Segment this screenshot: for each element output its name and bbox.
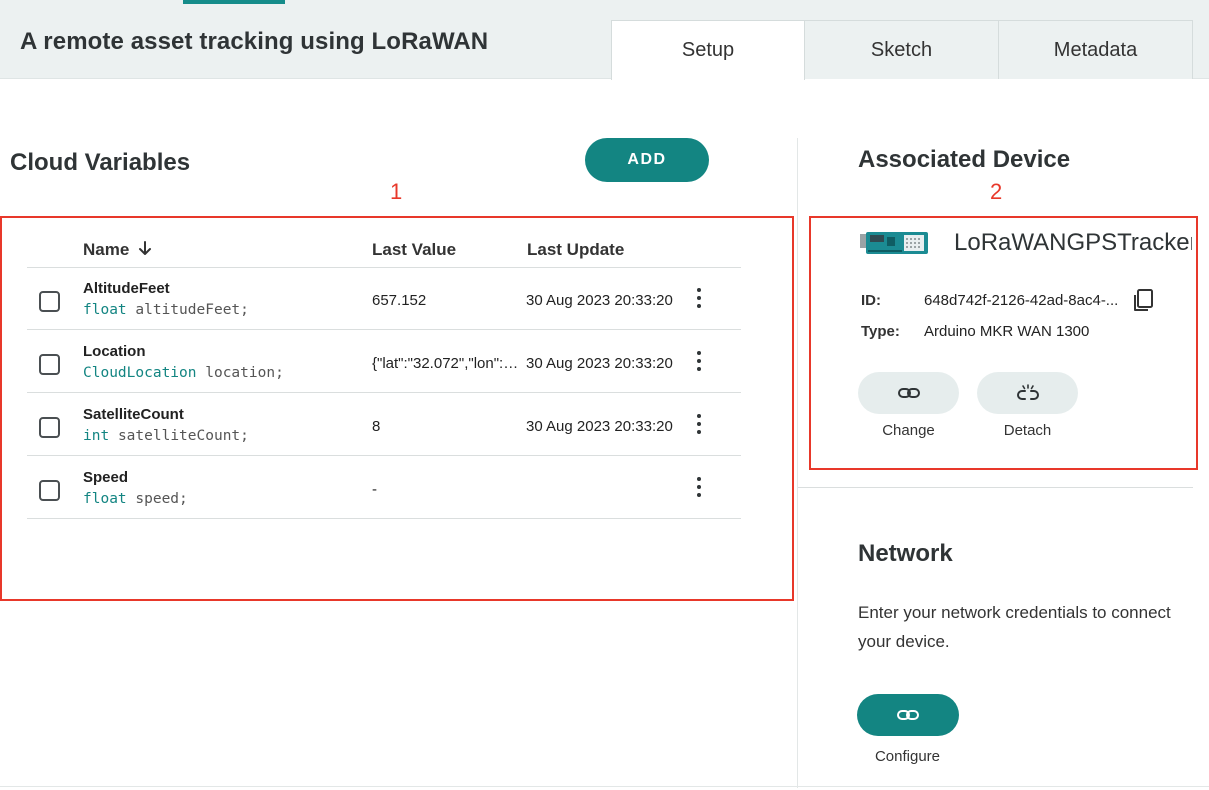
variable-type: float bbox=[83, 491, 127, 507]
column-divider bbox=[797, 138, 798, 788]
variable-declaration: float altitudeFeet; bbox=[83, 302, 249, 318]
variable-identifier: satelliteCount; bbox=[117, 428, 249, 444]
more-options-icon[interactable] bbox=[691, 475, 707, 499]
variable-identifier: location; bbox=[205, 365, 284, 381]
annotation-marker-2: 2 bbox=[990, 179, 1003, 204]
change-label: Change bbox=[882, 422, 935, 439]
column-header-last-value[interactable]: Last Value bbox=[372, 240, 456, 260]
variable-name: Location bbox=[83, 343, 146, 360]
variable-last-value: 657.152 bbox=[372, 292, 427, 309]
change-device-button[interactable] bbox=[858, 372, 959, 414]
table-row[interactable]: Speed float speed; - bbox=[27, 457, 741, 519]
link-icon bbox=[897, 710, 919, 720]
annotation-marker-1: 1 bbox=[390, 179, 403, 204]
tab-setup[interactable]: Setup bbox=[611, 20, 805, 80]
more-options-icon[interactable] bbox=[691, 286, 707, 310]
copy-icon[interactable] bbox=[1131, 288, 1157, 314]
arrow-down-icon bbox=[139, 241, 152, 255]
variable-last-value: - bbox=[372, 481, 377, 498]
more-options-icon[interactable] bbox=[691, 412, 707, 436]
table-row[interactable]: SatelliteCount int satelliteCount; 8 30 … bbox=[27, 394, 741, 456]
tab-metadata[interactable]: Metadata bbox=[999, 20, 1193, 79]
row-checkbox[interactable] bbox=[39, 417, 60, 438]
variable-last-value: 8 bbox=[372, 418, 381, 435]
column-header-name-label: Name bbox=[83, 240, 130, 259]
table-row[interactable]: AltitudeFeet float altitudeFeet; 657.152… bbox=[27, 268, 741, 330]
variable-declaration: float speed; bbox=[83, 491, 188, 507]
variable-type: float bbox=[83, 302, 127, 318]
variable-name: AltitudeFeet bbox=[83, 280, 170, 297]
variable-identifier: altitudeFeet; bbox=[135, 302, 249, 318]
configure-network-button[interactable] bbox=[857, 694, 959, 736]
device-name: LoRaWANGPSTracker bbox=[954, 229, 1192, 256]
table-row[interactable]: Location CloudLocation location; {"lat":… bbox=[27, 331, 741, 393]
column-header-name[interactable]: Name bbox=[83, 240, 152, 260]
device-id-label: ID: bbox=[861, 292, 881, 309]
variable-name: Speed bbox=[83, 469, 129, 486]
tab-sketch[interactable]: Sketch bbox=[805, 20, 999, 79]
variable-last-update: 30 Aug 2023 20:33:20 bbox=[526, 355, 673, 372]
project-title: A remote asset tracking using LoRaWAN bbox=[20, 28, 489, 55]
column-header-last-update[interactable]: Last Update bbox=[527, 240, 624, 260]
variable-name: SatelliteCount bbox=[83, 406, 184, 423]
device-id-value: 648d742f-2126-42ad-8ac4-... bbox=[924, 292, 1119, 309]
configure-label: Configure bbox=[874, 748, 941, 765]
variable-type: int bbox=[83, 428, 110, 444]
device-type-label: Type: bbox=[861, 323, 900, 340]
section-divider bbox=[798, 487, 1193, 488]
bottom-divider bbox=[0, 786, 1209, 787]
row-checkbox[interactable] bbox=[39, 291, 60, 312]
variable-declaration: int satelliteCount; bbox=[83, 428, 249, 444]
variable-declaration: CloudLocation location; bbox=[83, 365, 284, 381]
add-variable-button[interactable]: ADD bbox=[585, 138, 709, 182]
nav-active-indicator bbox=[183, 0, 285, 4]
row-checkbox[interactable] bbox=[39, 480, 60, 501]
detach-device-button[interactable] bbox=[977, 372, 1078, 414]
unlink-icon bbox=[1016, 384, 1039, 400]
cloud-variables-title: Cloud Variables bbox=[10, 149, 191, 176]
row-checkbox[interactable] bbox=[39, 354, 60, 375]
variable-identifier: speed; bbox=[135, 491, 188, 507]
variable-last-value: {"lat":"32.072","lon":"34.8"} bbox=[372, 355, 520, 372]
variable-last-update: 30 Aug 2023 20:33:20 bbox=[526, 418, 673, 435]
more-options-icon[interactable] bbox=[691, 349, 707, 373]
variable-type: CloudLocation bbox=[83, 365, 197, 381]
variable-last-update: 30 Aug 2023 20:33:20 bbox=[526, 292, 673, 309]
network-description: Enter your network credentials to connec… bbox=[858, 603, 1171, 651]
board-icon bbox=[860, 232, 928, 254]
associated-device-title: Associated Device bbox=[858, 146, 1071, 173]
link-icon bbox=[897, 388, 920, 398]
tab-bar: Setup Sketch Metadata bbox=[611, 20, 1193, 80]
network-title: Network bbox=[858, 540, 953, 567]
detach-label: Detach bbox=[1003, 422, 1052, 439]
device-type-value: Arduino MKR WAN 1300 bbox=[924, 323, 1090, 340]
